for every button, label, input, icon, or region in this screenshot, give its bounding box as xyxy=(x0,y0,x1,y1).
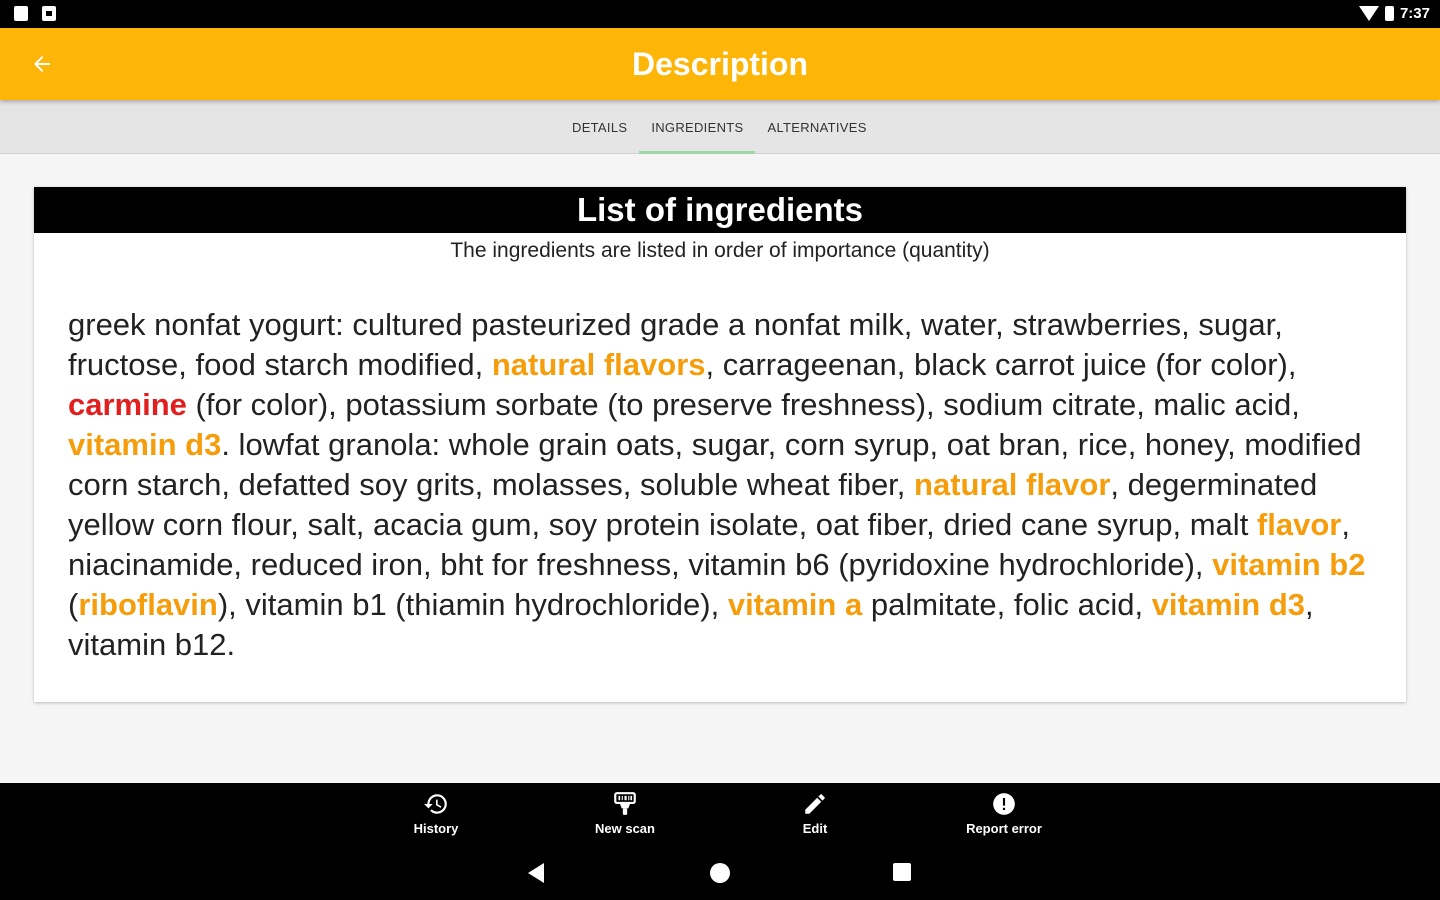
ingredient-highlight: vitamin a xyxy=(727,587,863,622)
ingredient-text: palmitate, folic acid, xyxy=(862,587,1152,622)
system-home-button[interactable] xyxy=(710,863,730,883)
nav-new-scan[interactable]: New scan xyxy=(575,791,675,836)
notification-icon xyxy=(42,6,56,21)
status-notifications xyxy=(14,6,56,21)
ingredients-card: List of ingredients The ingredients are … xyxy=(34,187,1406,702)
nav-label: New scan xyxy=(595,821,655,836)
wifi-icon xyxy=(1358,6,1379,21)
ingredient-highlight: vitamin d3 xyxy=(1151,587,1306,622)
tab-ingredients[interactable]: INGREDIENTS xyxy=(639,100,756,154)
nav-edit[interactable]: Edit xyxy=(765,791,865,836)
system-recents-button[interactable] xyxy=(893,863,911,881)
barcode-scan-icon xyxy=(614,792,636,815)
status-time: 7:37 xyxy=(1399,5,1430,22)
app-bar: Description xyxy=(0,28,1440,100)
ingredient-highlight-red: carmine xyxy=(68,387,187,422)
status-indicators: 7:37 xyxy=(1358,5,1430,22)
history-icon xyxy=(424,794,447,814)
tab-details[interactable]: DETAILS xyxy=(560,100,639,154)
ingredients-text: greek nonfat yogurt: cultured pasteurize… xyxy=(68,305,1378,665)
nav-label: Report error xyxy=(966,821,1042,836)
tab-bar: DETAILS INGREDIENTS ALTERNATIVES xyxy=(0,100,1440,154)
nav-history[interactable]: History xyxy=(386,791,486,836)
card-title: List of ingredients xyxy=(34,187,1406,233)
nav-report-error[interactable]: Report error xyxy=(954,791,1054,836)
tab-alternatives[interactable]: ALTERNATIVES xyxy=(755,100,878,154)
ingredient-highlight: vitamin b2 xyxy=(1212,547,1366,582)
notification-icon xyxy=(14,6,28,21)
ingredient-text: ( xyxy=(68,587,79,622)
battery-icon xyxy=(1384,6,1394,21)
pencil-icon xyxy=(805,794,825,814)
status-bar: 7:37 xyxy=(0,0,1440,28)
nav-label: Edit xyxy=(802,821,828,836)
ingredient-highlight: natural flavor xyxy=(914,467,1111,502)
alert-circle-icon xyxy=(993,793,1015,815)
ingredient-highlight: natural flavors xyxy=(491,347,706,382)
system-back-button[interactable] xyxy=(528,863,544,883)
ingredient-highlight: flavor xyxy=(1256,507,1342,542)
ingredient-text: ), vitamin b1 (thiamin hydrochloride), xyxy=(217,587,728,622)
content-area: List of ingredients The ingredients are … xyxy=(0,155,1440,783)
bottom-navigation: History New scan Edit Report error xyxy=(0,783,1440,847)
ingredient-highlight: riboflavin xyxy=(78,587,218,622)
ingredient-text: (for color), potassium sorbate (to prese… xyxy=(186,387,1300,422)
card-subtitle: The ingredients are listed in order of i… xyxy=(450,239,990,262)
page-title: Description xyxy=(631,46,809,82)
ingredient-text: , carrageenan, black carrot juice (for c… xyxy=(705,347,1297,382)
system-navigation xyxy=(0,847,1440,900)
nav-label: History xyxy=(413,821,459,836)
ingredient-highlight: vitamin d3 xyxy=(68,427,222,462)
